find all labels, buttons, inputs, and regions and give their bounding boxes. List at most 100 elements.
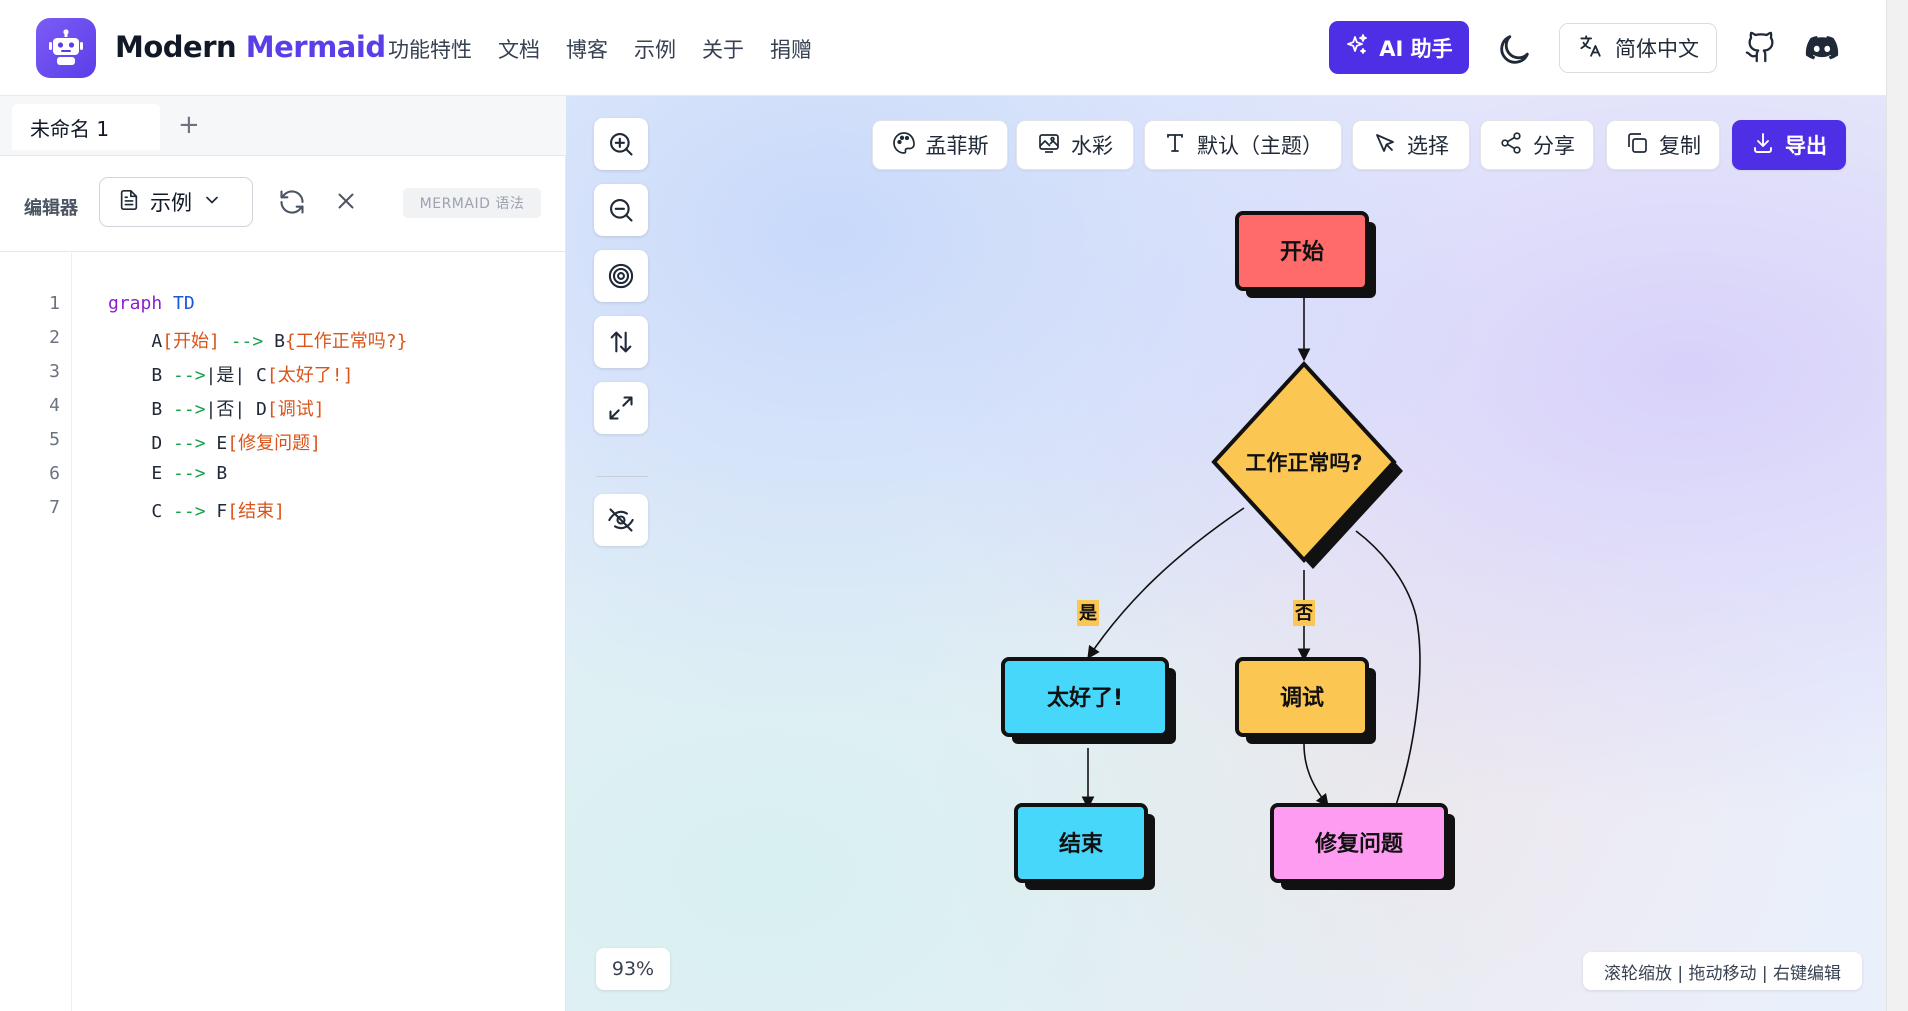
nav-about[interactable]: 关于	[702, 34, 744, 64]
line-number: 6	[49, 463, 60, 484]
code-line: B -->|是| C[太好了!]	[108, 361, 353, 387]
node-decision[interactable]: 工作正常吗?	[1211, 361, 1403, 569]
code-token: E	[108, 463, 174, 484]
code-token: D	[108, 433, 174, 454]
code-token: A	[108, 331, 163, 352]
code-token: F	[205, 501, 228, 522]
target-icon[interactable]	[594, 250, 648, 302]
tab-untitled-1[interactable]: 未命名 1	[12, 104, 160, 150]
refresh-icon[interactable]	[278, 188, 306, 216]
code-token: {工作正常吗?}	[284, 331, 408, 352]
tool-divider	[596, 476, 648, 477]
cursor-icon	[1373, 131, 1397, 160]
line-gutter: 1 2 3 4 5 6 7	[0, 253, 72, 1011]
code-line: C --> F[结束]	[108, 497, 285, 523]
nav-donate[interactable]: 捐赠	[770, 34, 812, 64]
eye-off-icon[interactable]	[594, 494, 648, 546]
code-token: B	[263, 331, 285, 352]
type-icon	[1163, 131, 1187, 160]
page-scrollbar[interactable]	[1886, 0, 1908, 1011]
ai-assistant-button[interactable]: AI 助手	[1329, 21, 1469, 74]
brand-name[interactable]: Modern Mermaid	[115, 30, 386, 64]
code-token: [太好了!]	[266, 365, 354, 386]
moon-icon[interactable]	[1494, 30, 1534, 70]
github-icon[interactable]	[1744, 30, 1778, 64]
line-number: 1	[49, 293, 60, 314]
code-line: E --> B	[108, 463, 227, 484]
line-number: 5	[49, 429, 60, 450]
font-label: 默认（主题）	[1197, 134, 1323, 158]
copy-button[interactable]: 复制	[1606, 120, 1720, 170]
syntax-badge: MERMAID 语法	[403, 188, 541, 218]
code-token: |是| C	[205, 365, 267, 386]
download-icon	[1751, 131, 1775, 160]
line-number: 3	[49, 361, 60, 382]
node-great-label: 太好了!	[1047, 685, 1123, 711]
node-end[interactable]: 结束	[1014, 803, 1155, 890]
code-line: graph TD	[108, 293, 195, 314]
code-token: [修复问题]	[227, 433, 321, 454]
node-debug[interactable]: 调试	[1235, 657, 1376, 744]
copy-label: 复制	[1659, 134, 1701, 158]
nav-features[interactable]: 功能特性	[388, 34, 472, 64]
node-great[interactable]: 太好了!	[1001, 657, 1176, 744]
share-label: 分享	[1533, 134, 1575, 158]
node-decision-label: 工作正常吗?	[1245, 451, 1362, 475]
watermark-button[interactable]: 水彩	[1016, 120, 1134, 170]
share-icon	[1499, 131, 1523, 160]
edge-label-yes: 是	[1078, 603, 1097, 624]
code-line: D --> E[修复问题]	[108, 429, 321, 455]
diagram-canvas[interactable]: 是 否 开始 工作正常吗? 太好了! 调试 结束 修复问题 孟菲斯 水彩 默认（…	[566, 96, 1886, 1011]
brand-name-part2: Mermaid	[245, 30, 386, 64]
font-button[interactable]: 默认（主题）	[1144, 120, 1342, 170]
top-header: Modern Mermaid 功能特性 文档 博客 示例 关于 捐赠 AI 助手	[0, 0, 1886, 96]
node-fix[interactable]: 修复问题	[1270, 803, 1455, 890]
code-token: -->	[173, 463, 206, 484]
node-start[interactable]: 开始	[1235, 211, 1376, 298]
node-start-label: 开始	[1280, 239, 1324, 265]
discord-icon[interactable]	[1804, 30, 1840, 66]
sparkles-icon	[1345, 33, 1369, 62]
node-fix-label: 修复问题	[1314, 831, 1404, 857]
example-select[interactable]: 示例	[99, 177, 253, 227]
code-token: E	[205, 433, 228, 454]
select-label: 选择	[1407, 134, 1449, 158]
node-end-label: 结束	[1059, 831, 1104, 857]
export-label: 导出	[1785, 134, 1827, 158]
swap-vertical-icon[interactable]	[594, 316, 648, 368]
add-tab-button[interactable]: +	[178, 110, 200, 140]
language-button[interactable]: 简体中文	[1559, 23, 1717, 73]
code-token: |否| D	[205, 399, 267, 420]
code-token: B	[108, 365, 174, 386]
maximize-icon[interactable]	[594, 382, 648, 434]
close-icon[interactable]	[333, 188, 359, 214]
edge-label-no: 否	[1294, 603, 1313, 624]
export-button[interactable]: 导出	[1732, 120, 1846, 170]
style-theme-label: 孟菲斯	[925, 134, 989, 158]
editor-toolbar: 编辑器 示例 MERMAID 语法	[0, 156, 566, 252]
robot-logo-icon[interactable]	[36, 18, 96, 78]
style-theme-button[interactable]: 孟菲斯	[872, 120, 1008, 170]
code-token: B	[108, 399, 174, 420]
code-line: B -->|否| D[调试]	[108, 395, 324, 421]
edge-b-c	[1087, 507, 1245, 660]
nav-docs[interactable]: 文档	[498, 34, 540, 64]
share-button[interactable]: 分享	[1480, 120, 1594, 170]
code-token: -->	[173, 399, 206, 420]
nav-blog[interactable]: 博客	[566, 34, 608, 64]
line-number: 4	[49, 395, 60, 416]
language-label: 简体中文	[1615, 37, 1699, 61]
flowchart-diagram: 是 否 开始 工作正常吗? 太好了! 调试 结束 修复问题	[1001, 211, 1455, 890]
code-token: [结束]	[227, 501, 285, 522]
main-nav: 功能特性 文档 博客 示例 关于 捐赠	[388, 34, 838, 64]
zoom-out-icon[interactable]	[594, 184, 648, 236]
select-button[interactable]: 选择	[1352, 120, 1470, 170]
node-debug-label: 调试	[1280, 686, 1324, 711]
zoom-in-icon[interactable]	[594, 118, 648, 170]
code-token: -->	[173, 365, 206, 386]
nav-examples[interactable]: 示例	[634, 34, 676, 64]
code-editor[interactable]: 1 2 3 4 5 6 7 graph TD A[开始] --> B{工作正常吗…	[0, 253, 566, 1011]
translate-icon	[1577, 33, 1603, 64]
